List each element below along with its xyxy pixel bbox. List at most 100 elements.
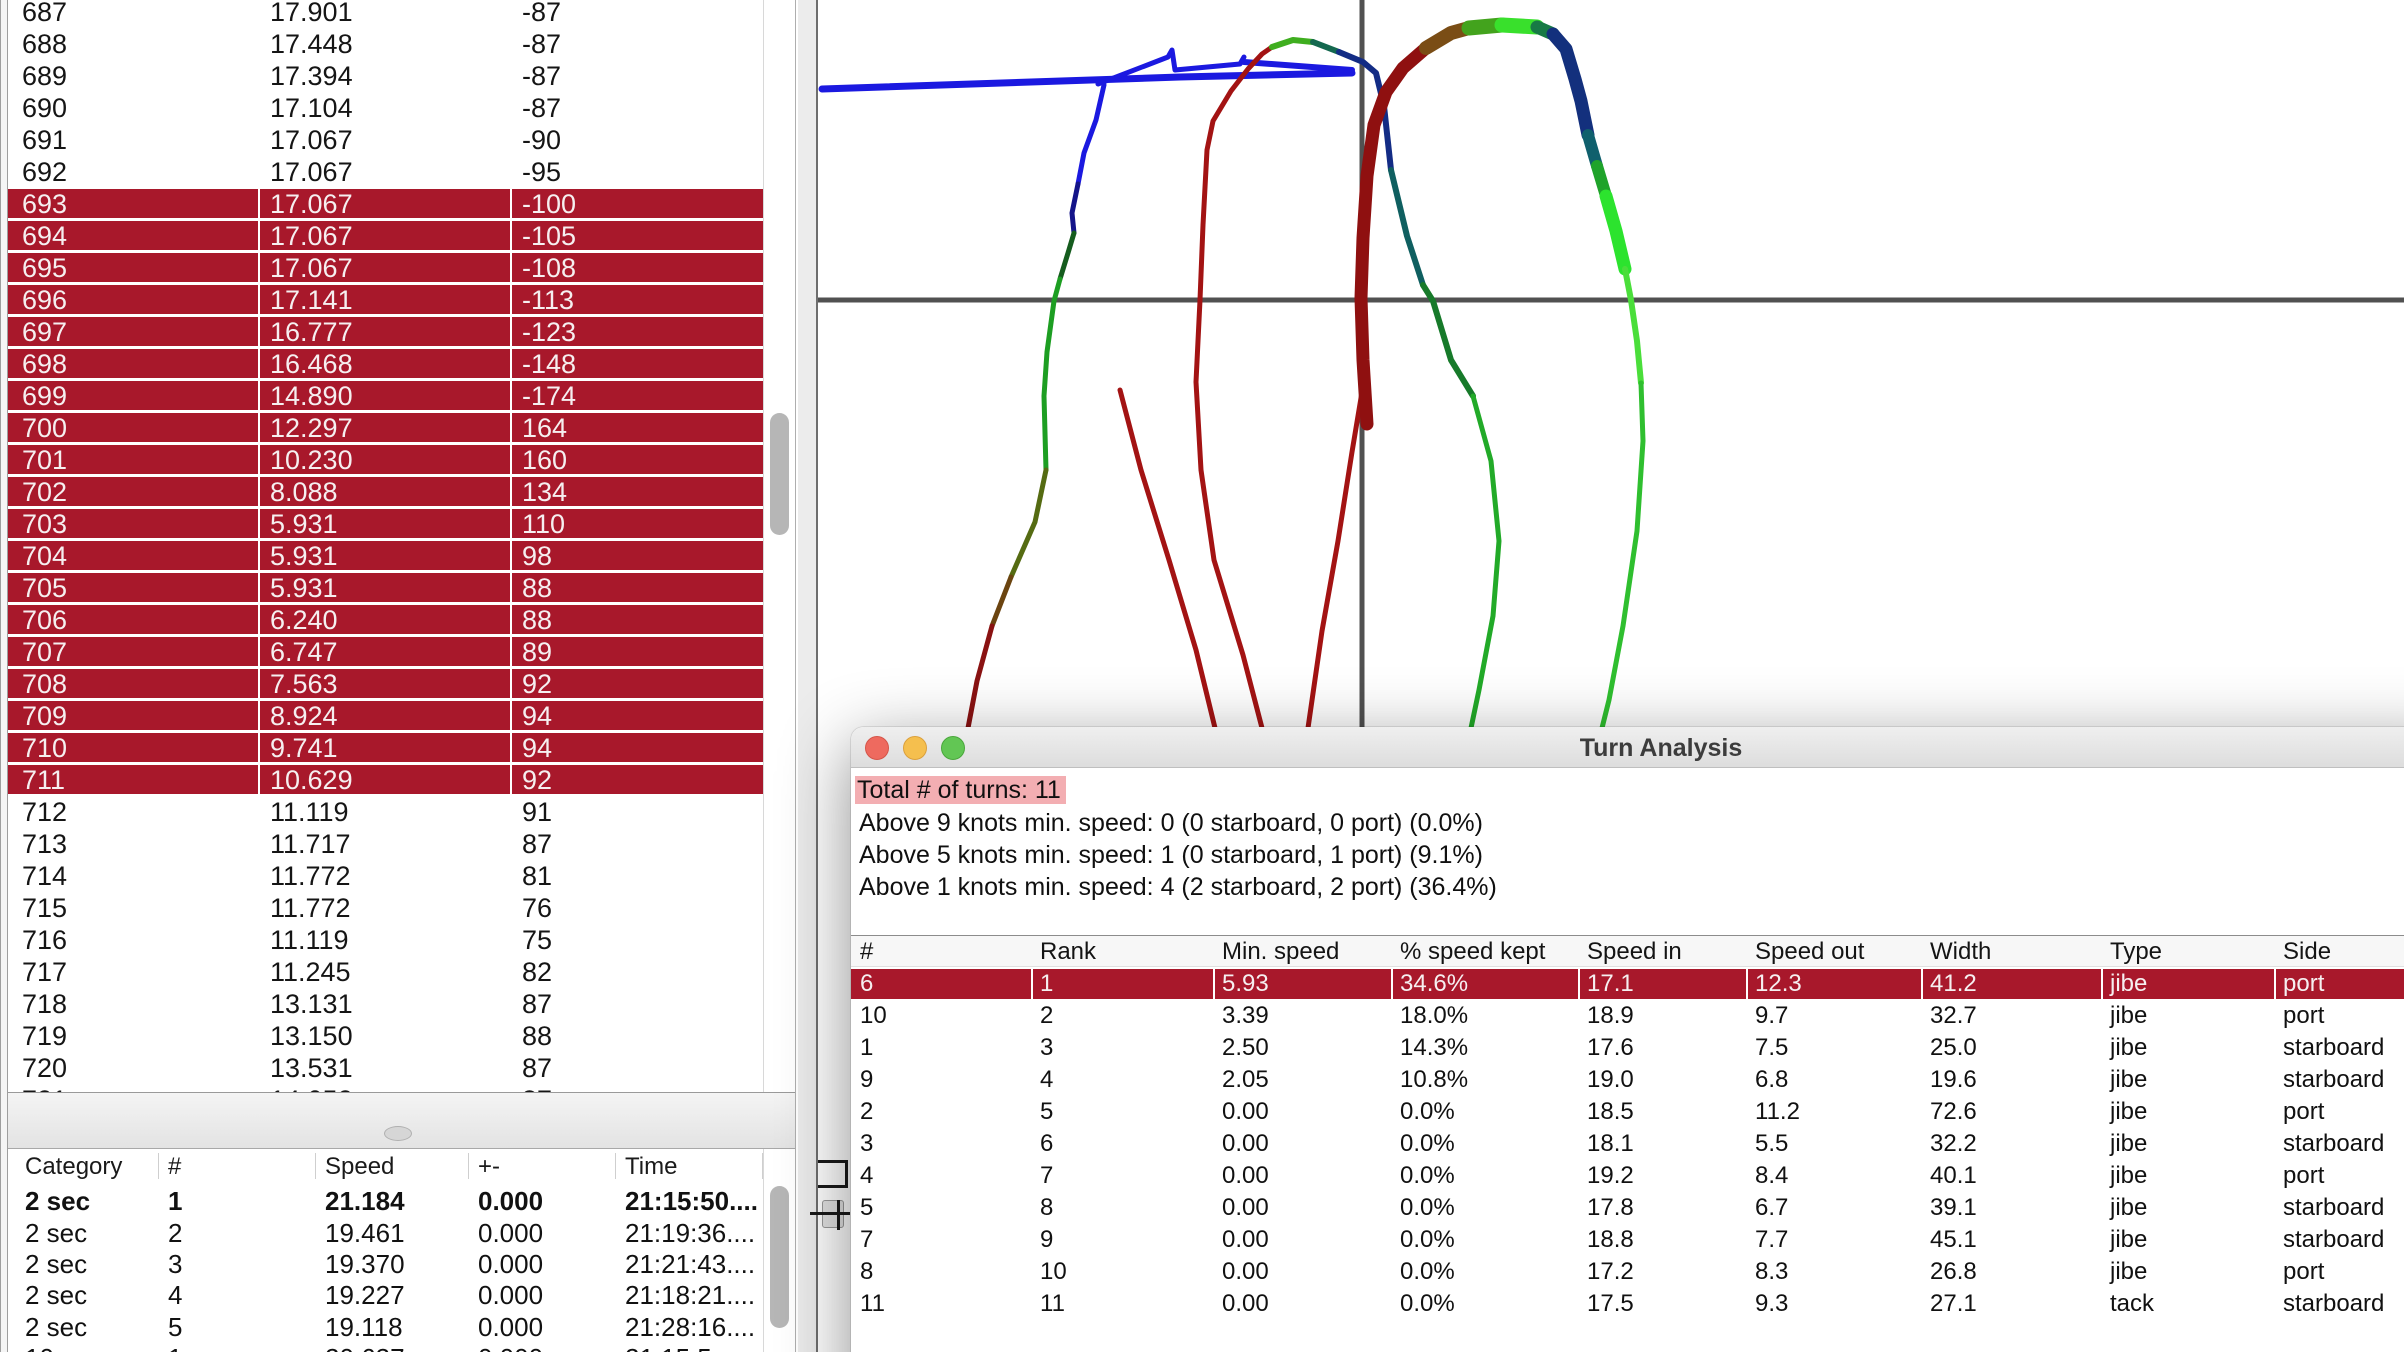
table-row[interactable]: 69417.067-105 — [0, 220, 763, 252]
column-header[interactable]: # — [168, 1153, 181, 1181]
category-table-scrollbar[interactable] — [763, 1149, 795, 1352]
table-row[interactable]: 72013.53187 — [0, 1052, 763, 1084]
table-row[interactable]: 71611.11975 — [0, 924, 763, 956]
table-row[interactable]: 68717.901-87 — [0, 0, 763, 28]
table-cell: 710 — [22, 732, 67, 764]
table-cell: jibe — [2110, 1064, 2147, 1096]
table-row[interactable]: 250.000.0%18.511.272.6jibeport — [851, 1096, 2404, 1128]
table-row[interactable]: 2 sec419.2270.00021:18:21.... — [0, 1280, 763, 1310]
table-row[interactable]: 70110.230160 — [0, 444, 763, 476]
table-row[interactable]: 71411.77281 — [0, 860, 763, 892]
table-cell: 721 — [22, 1084, 67, 1092]
column-header[interactable]: Speed — [325, 1153, 394, 1181]
table-cell: 17.901 — [270, 0, 353, 28]
table-cell: 17.067 — [270, 252, 353, 284]
table-row[interactable]: 7055.93188 — [0, 572, 763, 604]
table-row[interactable]: 69217.067-95 — [0, 156, 763, 188]
table-row[interactable]: 11110.000.0%17.59.327.1tackstarboard — [851, 1288, 2404, 1320]
table-row[interactable]: 10 sec120.6370.00021:15:5... — [0, 1343, 763, 1352]
summary-line: Above 1 knots min. speed: 4 (2 starboard… — [859, 872, 1497, 903]
table-row[interactable]: 71711.24582 — [0, 956, 763, 988]
table-row[interactable]: 2 sec219.4610.00021:19:36.... — [0, 1218, 763, 1248]
column-header[interactable]: Width — [1930, 939, 1991, 965]
table-cell: 21:18:21.... — [625, 1280, 755, 1310]
column-header[interactable]: Rank — [1040, 939, 1096, 965]
column-header[interactable]: Speed out — [1755, 939, 1864, 965]
main-turn-track — [1625, 269, 1641, 383]
split-handle-icon[interactable] — [845, 1160, 848, 1188]
table-row[interactable]: 7035.931110 — [0, 508, 763, 540]
table-row[interactable]: 69517.067-108 — [0, 252, 763, 284]
table-row[interactable]: 69914.890-174 — [0, 380, 763, 412]
table-row[interactable]: 7045.93198 — [0, 540, 763, 572]
table-row[interactable]: 69317.067-100 — [0, 188, 763, 220]
table-row[interactable]: 2 sec519.1180.00021:28:16.... — [0, 1312, 763, 1342]
column-header[interactable]: Speed in — [1587, 939, 1682, 965]
column-header[interactable]: Time — [625, 1153, 677, 1181]
table-row[interactable]: 7066.24088 — [0, 604, 763, 636]
table-cell: 6 — [1040, 1128, 1053, 1160]
table-row[interactable]: 71813.13187 — [0, 988, 763, 1020]
table-cell: 6.8 — [1755, 1064, 1788, 1096]
column-header[interactable]: +- — [478, 1153, 500, 1181]
table-cell: 5.931 — [270, 572, 338, 604]
column-header[interactable]: % speed kept — [1400, 939, 1545, 965]
table-row[interactable]: 7076.74789 — [0, 636, 763, 668]
pane-grip-icon[interactable] — [837, 1200, 840, 1230]
scrollbar-thumb[interactable] — [770, 1186, 789, 1328]
table-row[interactable]: 68917.394-87 — [0, 60, 763, 92]
table-row[interactable]: 71913.15088 — [0, 1020, 763, 1052]
vertical-divider[interactable] — [795, 0, 818, 1352]
table-row[interactable]: 790.000.0%18.87.745.1jibestarboard — [851, 1224, 2404, 1256]
table-row[interactable]: 70012.297164 — [0, 412, 763, 444]
scrollbar-thumb[interactable] — [770, 413, 789, 535]
pane-grip-icon[interactable] — [810, 1212, 850, 1215]
table-cell: jibe — [2110, 1096, 2147, 1128]
table-row[interactable]: 1023.3918.0%18.99.732.7jibeport — [851, 1000, 2404, 1032]
table-cell: 17.448 — [270, 28, 353, 60]
turn-analysis-window[interactable]: Turn Analysis Total # of turns: 11 Above… — [851, 727, 2404, 1352]
trackpoint-table[interactable]: 68717.901-8768817.448-8768917.394-876901… — [0, 0, 795, 1092]
window-titlebar[interactable]: Turn Analysis — [851, 727, 2404, 768]
table-row[interactable]: 7087.56392 — [0, 668, 763, 700]
table-row[interactable]: 69017.104-87 — [0, 92, 763, 124]
splitter-handle-icon[interactable] — [384, 1126, 412, 1141]
table-row[interactable]: 69617.141-113 — [0, 284, 763, 316]
table-row[interactable]: 69716.777-123 — [0, 316, 763, 348]
table-row[interactable]: 360.000.0%18.15.532.2jibestarboard — [851, 1128, 2404, 1160]
table-cell: 89 — [522, 636, 552, 668]
table-row[interactable]: 71511.77276 — [0, 892, 763, 924]
column-header[interactable]: # — [860, 939, 873, 965]
table-row[interactable]: 132.5014.3%17.67.525.0jibestarboard — [851, 1032, 2404, 1064]
table-row[interactable]: 71110.62992 — [0, 764, 763, 796]
table-cell: 7 — [1040, 1160, 1053, 1192]
table-row[interactable]: 470.000.0%19.28.440.1jibeport — [851, 1160, 2404, 1192]
table-row[interactable]: 7028.088134 — [0, 476, 763, 508]
table-row[interactable]: 580.000.0%17.86.739.1jibestarboard — [851, 1192, 2404, 1224]
table-row[interactable]: 942.0510.8%19.06.819.6jibestarboard — [851, 1064, 2404, 1096]
trackpoint-table-scrollbar[interactable] — [763, 0, 795, 1092]
table-row[interactable]: 8100.000.0%17.28.326.8jibeport — [851, 1256, 2404, 1288]
column-header[interactable]: Category — [25, 1153, 122, 1181]
table-row[interactable]: 71211.11991 — [0, 796, 763, 828]
category-table[interactable]: Category # Speed +- Time 2 sec121.1840.00021:… — [0, 1149, 763, 1352]
split-handle-icon[interactable] — [818, 1160, 848, 1163]
split-handle-icon[interactable] — [818, 1185, 848, 1188]
table-row[interactable]: 71311.71787 — [0, 828, 763, 860]
table-row[interactable]: 69816.468-148 — [0, 348, 763, 380]
table-row[interactable]: 68817.448-87 — [0, 28, 763, 60]
table-cell: 13.531 — [270, 1052, 353, 1084]
column-header[interactable]: Type — [2110, 939, 2162, 965]
table-row[interactable]: 7109.74194 — [0, 732, 763, 764]
table-row[interactable]: 615.9334.6%17.112.341.2jibeport — [851, 968, 2404, 1000]
table-row[interactable]: 72114.05287 — [0, 1084, 763, 1092]
table-row[interactable]: 2 sec319.3700.00021:21:43.... — [0, 1249, 763, 1279]
horizontal-splitter[interactable] — [0, 1092, 795, 1149]
table-cell: 720 — [22, 1052, 67, 1084]
table-row[interactable]: 2 sec121.1840.00021:15:50.... — [0, 1186, 763, 1216]
column-header[interactable]: Side — [2283, 939, 2331, 965]
table-row[interactable]: 7098.92494 — [0, 700, 763, 732]
main-turn-track — [1308, 386, 1363, 728]
column-header[interactable]: Min. speed — [1222, 939, 1339, 965]
table-row[interactable]: 69117.067-90 — [0, 124, 763, 156]
